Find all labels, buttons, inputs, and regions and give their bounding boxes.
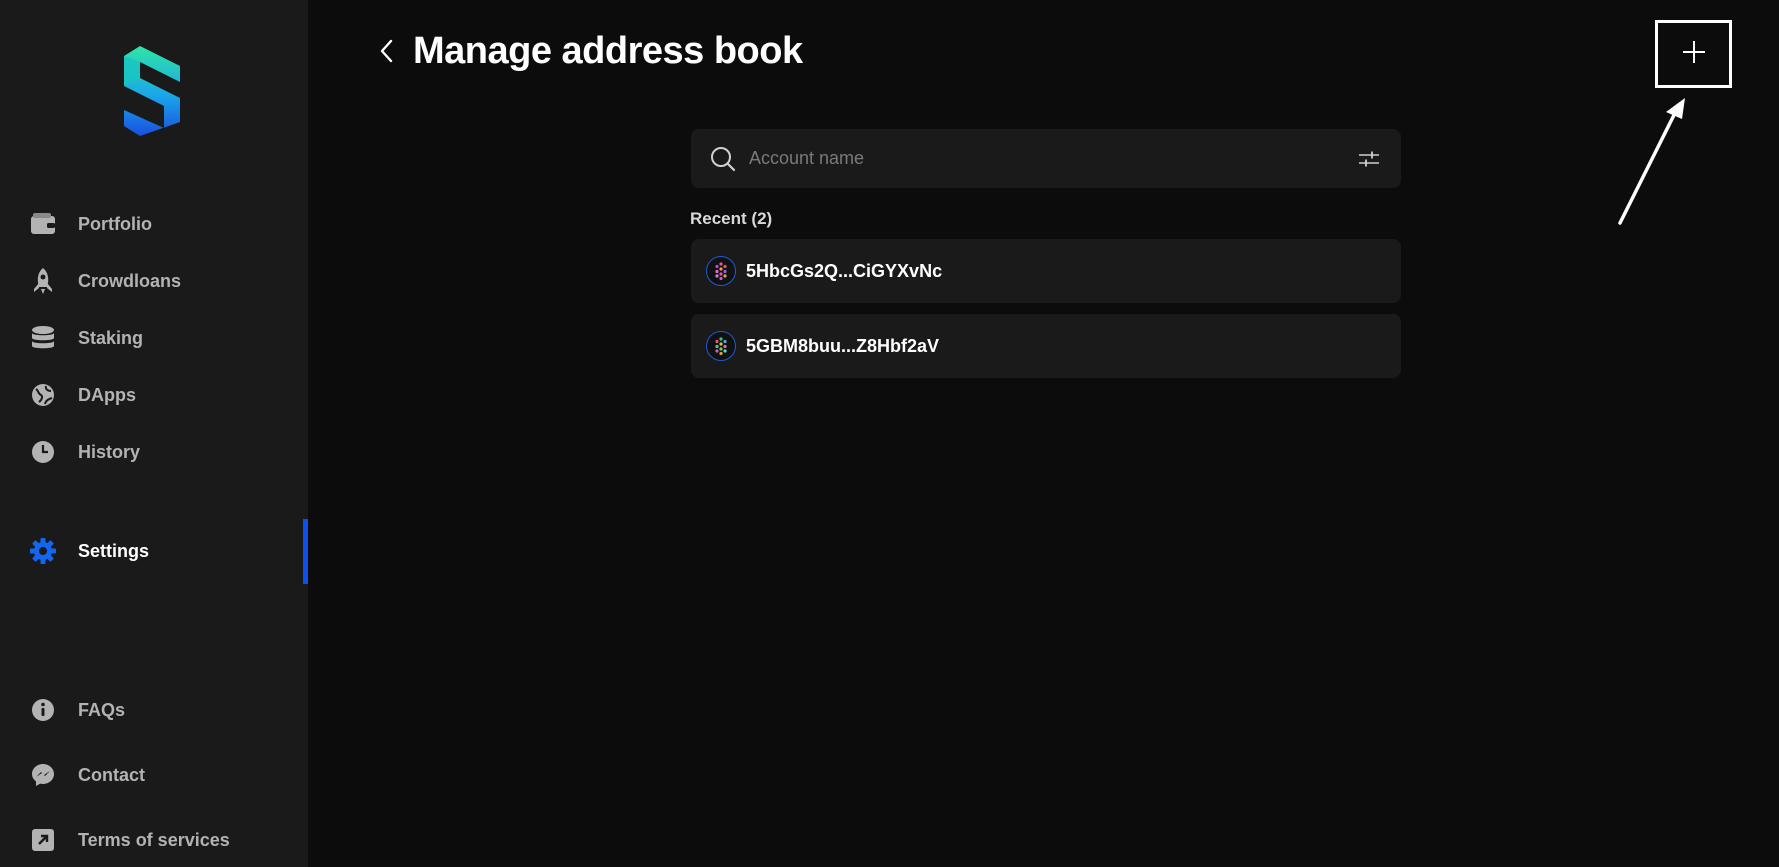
sidebar-item-label: Crowdloans: [78, 270, 182, 291]
sidebar-item-label: Settings: [78, 540, 150, 561]
info-icon: [29, 696, 57, 724]
sidebar-item-contact[interactable]: Contact: [0, 751, 308, 799]
chevron-left-icon: [378, 38, 396, 69]
account-row[interactable]: 5HbcGs2Q...CiGYXvNc: [691, 239, 1401, 303]
sidebar-item-label: FAQs: [78, 699, 126, 720]
wallet-icon: [29, 210, 57, 238]
clock-icon: [29, 438, 57, 466]
external-link-icon: [29, 826, 57, 854]
sidebar-item-dapps[interactable]: DApps: [0, 371, 308, 419]
search-input[interactable]: [749, 138, 1355, 179]
sidebar-item-label: History: [78, 441, 141, 462]
sidebar-item-label: Contact: [78, 764, 145, 785]
account-address: 5HbcGs2Q...CiGYXvNc: [746, 260, 943, 281]
filter-icon[interactable]: [1355, 145, 1383, 173]
sidebar-item-label: Terms of services: [78, 829, 230, 850]
logo: [118, 44, 188, 138]
gear-icon: [29, 537, 57, 565]
account-row[interactable]: 5GBM8buu...Z8Hbf2aV: [691, 314, 1401, 378]
recent-label: Recent (2): [690, 209, 773, 228]
sidebar-item-faqs[interactable]: FAQs: [0, 686, 308, 734]
sidebar-item-portfolio[interactable]: Portfolio: [0, 200, 308, 248]
sidebar-item-label: Portfolio: [78, 213, 152, 234]
search-bar: [691, 129, 1401, 188]
plus-icon: [1681, 39, 1707, 70]
identicon-avatar: [706, 331, 736, 361]
sidebar-item-crowdloans[interactable]: Crowdloans: [0, 257, 308, 305]
identicon-avatar: [706, 256, 736, 286]
rocket-icon: [29, 267, 57, 295]
app-window: Portfolio Crowdloans Staking DApps Histo: [0, 0, 1779, 867]
search-icon: [709, 145, 737, 173]
database-icon: [29, 324, 57, 352]
add-contact-button[interactable]: [1655, 20, 1732, 88]
active-indicator: [303, 519, 308, 584]
sidebar-item-settings[interactable]: Settings: [0, 527, 308, 575]
sidebar: Portfolio Crowdloans Staking DApps Histo: [0, 0, 308, 867]
back-button[interactable]: [372, 38, 402, 68]
account-address: 5GBM8buu...Z8Hbf2aV: [746, 335, 940, 356]
annotation-arrow: [1618, 98, 1685, 225]
page-title: Manage address book: [413, 30, 803, 72]
sidebar-item-terms[interactable]: Terms of services: [0, 816, 308, 864]
sidebar-item-label: Staking: [78, 327, 144, 348]
sidebar-item-staking[interactable]: Staking: [0, 314, 308, 362]
sidebar-item-label: DApps: [78, 384, 136, 405]
globe-icon: [29, 381, 57, 409]
messenger-icon: [29, 761, 57, 789]
sidebar-item-history[interactable]: History: [0, 428, 308, 476]
